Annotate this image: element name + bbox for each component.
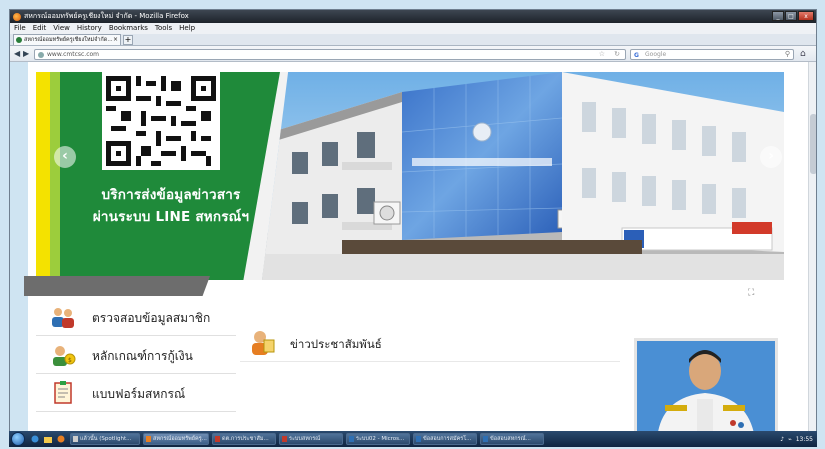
ie-quicklaunch-icon[interactable] — [31, 435, 39, 443]
bookmark-star-icon[interactable]: ☆ — [599, 50, 605, 59]
chairman-portrait — [634, 338, 778, 432]
slider-prev-button[interactable]: ‹ — [54, 146, 76, 168]
back-button[interactable]: ◀ — [14, 49, 20, 59]
news-section-header[interactable]: ข่าวประชาสัมพันธ์ — [240, 324, 620, 362]
menu-edit[interactable]: Edit — [33, 23, 47, 34]
search-placeholder: Google — [645, 51, 667, 58]
folder-quicklaunch-icon[interactable] — [44, 435, 52, 443]
search-icon[interactable]: ⚲ — [785, 50, 790, 59]
search-box[interactable]: G Google ⚲ — [630, 49, 794, 60]
banner-slider: บริการส่งข้อมูลข่าวสาร ผ่านระบบ LINE สหก… — [36, 72, 784, 280]
menu-tools[interactable]: Tools — [155, 23, 172, 34]
menu-history[interactable]: History — [77, 23, 102, 34]
menu-item-member-check[interactable]: ตรวจสอบข้อมูลสมาชิก — [36, 298, 236, 336]
slogan-line-2: ผ่านระบบ LINE สหกรณ์ฯ — [92, 209, 250, 225]
new-tab-button[interactable]: + — [123, 35, 133, 45]
minimize-button[interactable]: _ — [772, 11, 784, 21]
window-controls: _ □ x — [772, 11, 814, 21]
form-icon — [54, 381, 72, 404]
title-bar[interactable]: สหกรณ์ออมทรัพย์ครูเชียงใหม่ จำกัด - Mozi… — [10, 10, 816, 23]
url-text: www.cmtcsc.com — [47, 51, 100, 58]
menu-file[interactable]: File — [14, 23, 26, 34]
scrollbar-thumb[interactable] — [810, 114, 816, 174]
taskbar-button-3[interactable]: ดต.การประชาสัม... — [212, 433, 276, 445]
side-menu: ตรวจสอบข้อมูลสมาชิก $ หลักเกณฑ์การกู้เงิ… — [36, 298, 236, 412]
svg-text:$: $ — [68, 357, 72, 364]
url-bar[interactable]: www.cmtcsc.com ☆ ↻ — [34, 49, 626, 60]
banner-slogan: บริการส่งข้อมูลข่าวสาร ผ่านระบบ LINE สหก… — [76, 184, 266, 228]
banner-lightgreen-stripe — [50, 72, 60, 280]
menu-item-label: หลักเกณฑ์การกู้เงิน — [92, 349, 193, 363]
tab-close-icon[interactable]: × — [113, 35, 118, 45]
forward-button[interactable]: ▶ — [23, 49, 29, 59]
start-button[interactable] — [11, 432, 25, 446]
tab-bar: สหกรณ์ออมทรัพย์ครูเชียงใหม่จำกัด... × + — [10, 34, 816, 46]
menu-item-forms[interactable]: แบบฟอร์มสหกรณ์ — [36, 374, 236, 412]
page-gutter — [10, 62, 28, 432]
news-title: ข่าวประชาสัมพันธ์ — [290, 337, 382, 351]
fullscreen-icon[interactable]: ⛶ — [748, 288, 754, 298]
page-content: บริการส่งข้อมูลข่าวสาร ผ่านระบบ LINE สหก… — [10, 62, 816, 432]
system-tray: ♪ ⌁ 13:55 — [780, 436, 817, 443]
search-engine-icon[interactable]: G — [634, 51, 639, 60]
home-icon[interactable]: ⌂ — [800, 49, 806, 59]
window-title: สหกรณ์ออมทรัพย์ครูเชียงใหม่ จำกัด - Mozi… — [24, 12, 189, 20]
taskbar-button-5[interactable]: ระบบ02 - Micros... — [346, 433, 410, 445]
menu-bar: File Edit View History Bookmarks Tools H… — [10, 23, 816, 34]
close-button[interactable]: x — [798, 11, 814, 21]
clock[interactable]: 13:55 — [796, 436, 813, 443]
tab-label: สหกรณ์ออมทรัพย์ครูเชียงใหม่จำกัด... — [24, 37, 113, 43]
taskbar-button-7[interactable]: ข้อสอบสหกรณ์... — [480, 433, 544, 445]
menu-item-label: แบบฟอร์มสหกรณ์ — [92, 387, 186, 401]
slogan-line-1: บริการส่งข้อมูลข่าวสาร — [101, 187, 241, 203]
desktop-background: สหกรณ์ออมทรัพย์ครูเชียงใหม่ จำกัด - Mozi… — [0, 0, 825, 449]
media-quicklaunch-icon[interactable] — [57, 435, 65, 443]
network-icon[interactable]: ⌁ — [788, 436, 792, 443]
line-qr-code — [102, 72, 220, 170]
menu-help[interactable]: Help — [179, 23, 195, 34]
taskbar-button-spotlight[interactable]: แล้วนั้น (Spotlight... — [70, 433, 140, 445]
volume-icon[interactable]: ♪ — [780, 436, 784, 443]
taskbar-button-6[interactable]: ข้อสอบการสมัครโ... — [413, 433, 477, 445]
taskbar-button-firefox[interactable]: สหกรณ์ออมทรัพย์ครู... — [143, 433, 209, 445]
news-icon — [252, 331, 275, 355]
cooperative-building-photo — [262, 72, 784, 280]
tab-favicon-icon — [16, 37, 22, 43]
maximize-button[interactable]: □ — [785, 11, 797, 21]
vertical-scrollbar[interactable] — [808, 62, 816, 432]
menu-item-loan-criteria[interactable]: $ หลักเกณฑ์การกู้เงิน — [36, 336, 236, 374]
loan-icon: $ — [53, 346, 76, 366]
reload-icon[interactable]: ↻ — [614, 50, 620, 59]
menu-item-label: ตรวจสอบข้อมูลสมาชิก — [92, 311, 211, 325]
menu-view[interactable]: View — [53, 23, 70, 34]
navigation-bar: ◀ ▶ www.cmtcsc.com ☆ ↻ G Google ⚲ ⌂ — [10, 46, 816, 62]
menu-bookmarks[interactable]: Bookmarks — [109, 23, 148, 34]
tab-active[interactable]: สหกรณ์ออมทรัพย์ครูเชียงใหม่จำกัด... × — [13, 34, 121, 45]
site-identity-icon[interactable] — [38, 52, 44, 58]
taskbar-button-4[interactable]: ระบบสหกรณ์ — [279, 433, 343, 445]
windows-taskbar: แล้วนั้น (Spotlight... สหกรณ์ออมทรัพย์คร… — [9, 431, 817, 447]
browser-window: สหกรณ์ออมทรัพย์ครูเชียงใหม่ จำกัด - Mozi… — [9, 9, 817, 441]
slider-next-button[interactable]: › — [760, 146, 782, 168]
banner-gray-base — [24, 276, 210, 296]
firefox-icon — [13, 13, 21, 21]
members-icon — [52, 308, 74, 328]
